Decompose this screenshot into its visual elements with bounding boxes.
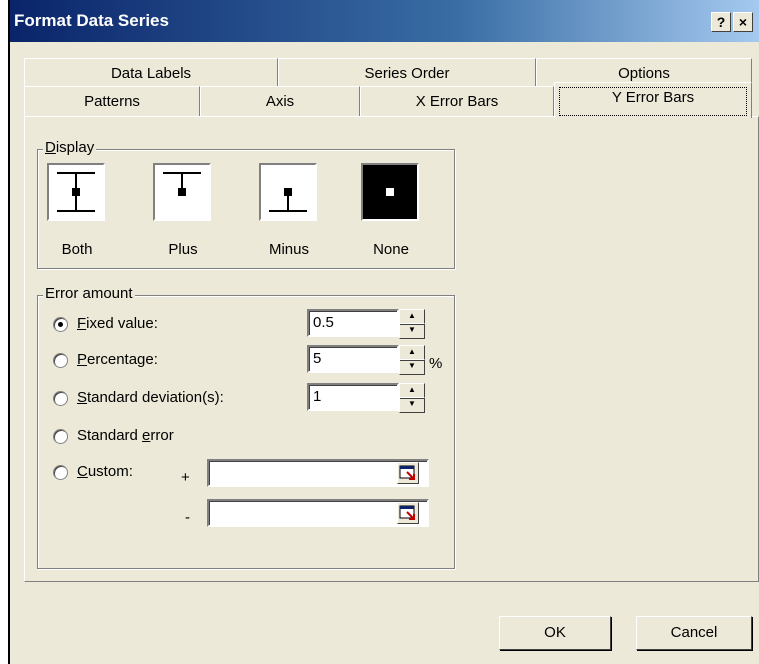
ok-button[interactable]: OK (499, 616, 611, 650)
standard-deviation-radio[interactable] (53, 391, 68, 406)
dialog-title: Format Data Series (14, 11, 169, 30)
display-caption-minus: Minus (268, 241, 309, 258)
spin-down-icon[interactable]: ▼ (399, 359, 425, 375)
tab-x-error-bars[interactable]: X Error Bars (360, 86, 554, 118)
percentage-unit: % (429, 355, 443, 372)
range-selector-icon (399, 505, 415, 520)
tab-patterns[interactable]: Patterns (24, 86, 200, 118)
custom-radio[interactable] (53, 465, 68, 480)
tab-y-error-bars[interactable]: Y Error Bars (554, 82, 752, 118)
display-option-minus[interactable] (259, 163, 317, 221)
percentage-input[interactable]: 5 (307, 345, 399, 373)
standard-error-label: Standard error (77, 427, 174, 444)
range-selector-icon (399, 465, 415, 480)
cancel-button[interactable]: Cancel (636, 616, 752, 650)
custom-label: Custom: (77, 463, 133, 480)
percentage-spinner[interactable]: ▲ ▼ (399, 345, 425, 375)
tab-panel: Display Both Plus Minus None Error amoun… (24, 116, 759, 582)
percentage-radio[interactable] (53, 353, 68, 368)
standard-deviation-input[interactable]: 1 (307, 383, 399, 411)
error-bar-both-icon (57, 172, 95, 212)
help-button[interactable]: ? (711, 12, 731, 32)
tab-focus-rect (559, 87, 747, 116)
error-bar-minus-icon (269, 188, 307, 212)
fixed-value-input[interactable]: 0.5 (307, 309, 399, 337)
custom-plus-sign: + (181, 469, 190, 486)
collapse-dialog-icon[interactable] (397, 502, 419, 524)
standard-error-radio[interactable] (53, 429, 68, 444)
standard-deviation-label: Standard deviation(s): (77, 389, 224, 406)
collapse-dialog-icon[interactable] (397, 462, 419, 484)
custom-minus-input[interactable] (207, 499, 429, 527)
custom-minus-sign: - (185, 509, 190, 526)
fixed-value-radio[interactable] (53, 317, 68, 332)
display-option-none[interactable] (361, 163, 419, 221)
display-caption-none: None (373, 241, 409, 258)
fixed-value-label: Fixed value: (77, 315, 158, 332)
spin-down-icon[interactable]: ▼ (399, 323, 425, 339)
display-caption-both: Both (61, 241, 93, 258)
fixed-value-spinner[interactable]: ▲ ▼ (399, 309, 425, 339)
custom-plus-input[interactable] (207, 459, 429, 487)
title-bar[interactable]: Format Data Series ? × (10, 0, 759, 42)
display-option-plus[interactable] (153, 163, 211, 221)
standard-deviation-spinner[interactable]: ▲ ▼ (399, 383, 425, 413)
error-amount-legend: Error amount (43, 285, 135, 302)
tab-axis[interactable]: Axis (200, 86, 360, 118)
spin-down-icon[interactable]: ▼ (399, 397, 425, 413)
error-bar-none-icon (386, 188, 394, 196)
error-bar-plus-icon (163, 172, 201, 196)
display-option-both[interactable] (47, 163, 105, 221)
percentage-label: Percentage: (77, 351, 158, 368)
close-button[interactable]: × (733, 12, 753, 32)
display-legend: Display (43, 139, 97, 156)
display-caption-plus: Plus (168, 241, 198, 258)
format-data-series-dialog: Format Data Series ? × Data Labels Serie… (8, 0, 759, 664)
